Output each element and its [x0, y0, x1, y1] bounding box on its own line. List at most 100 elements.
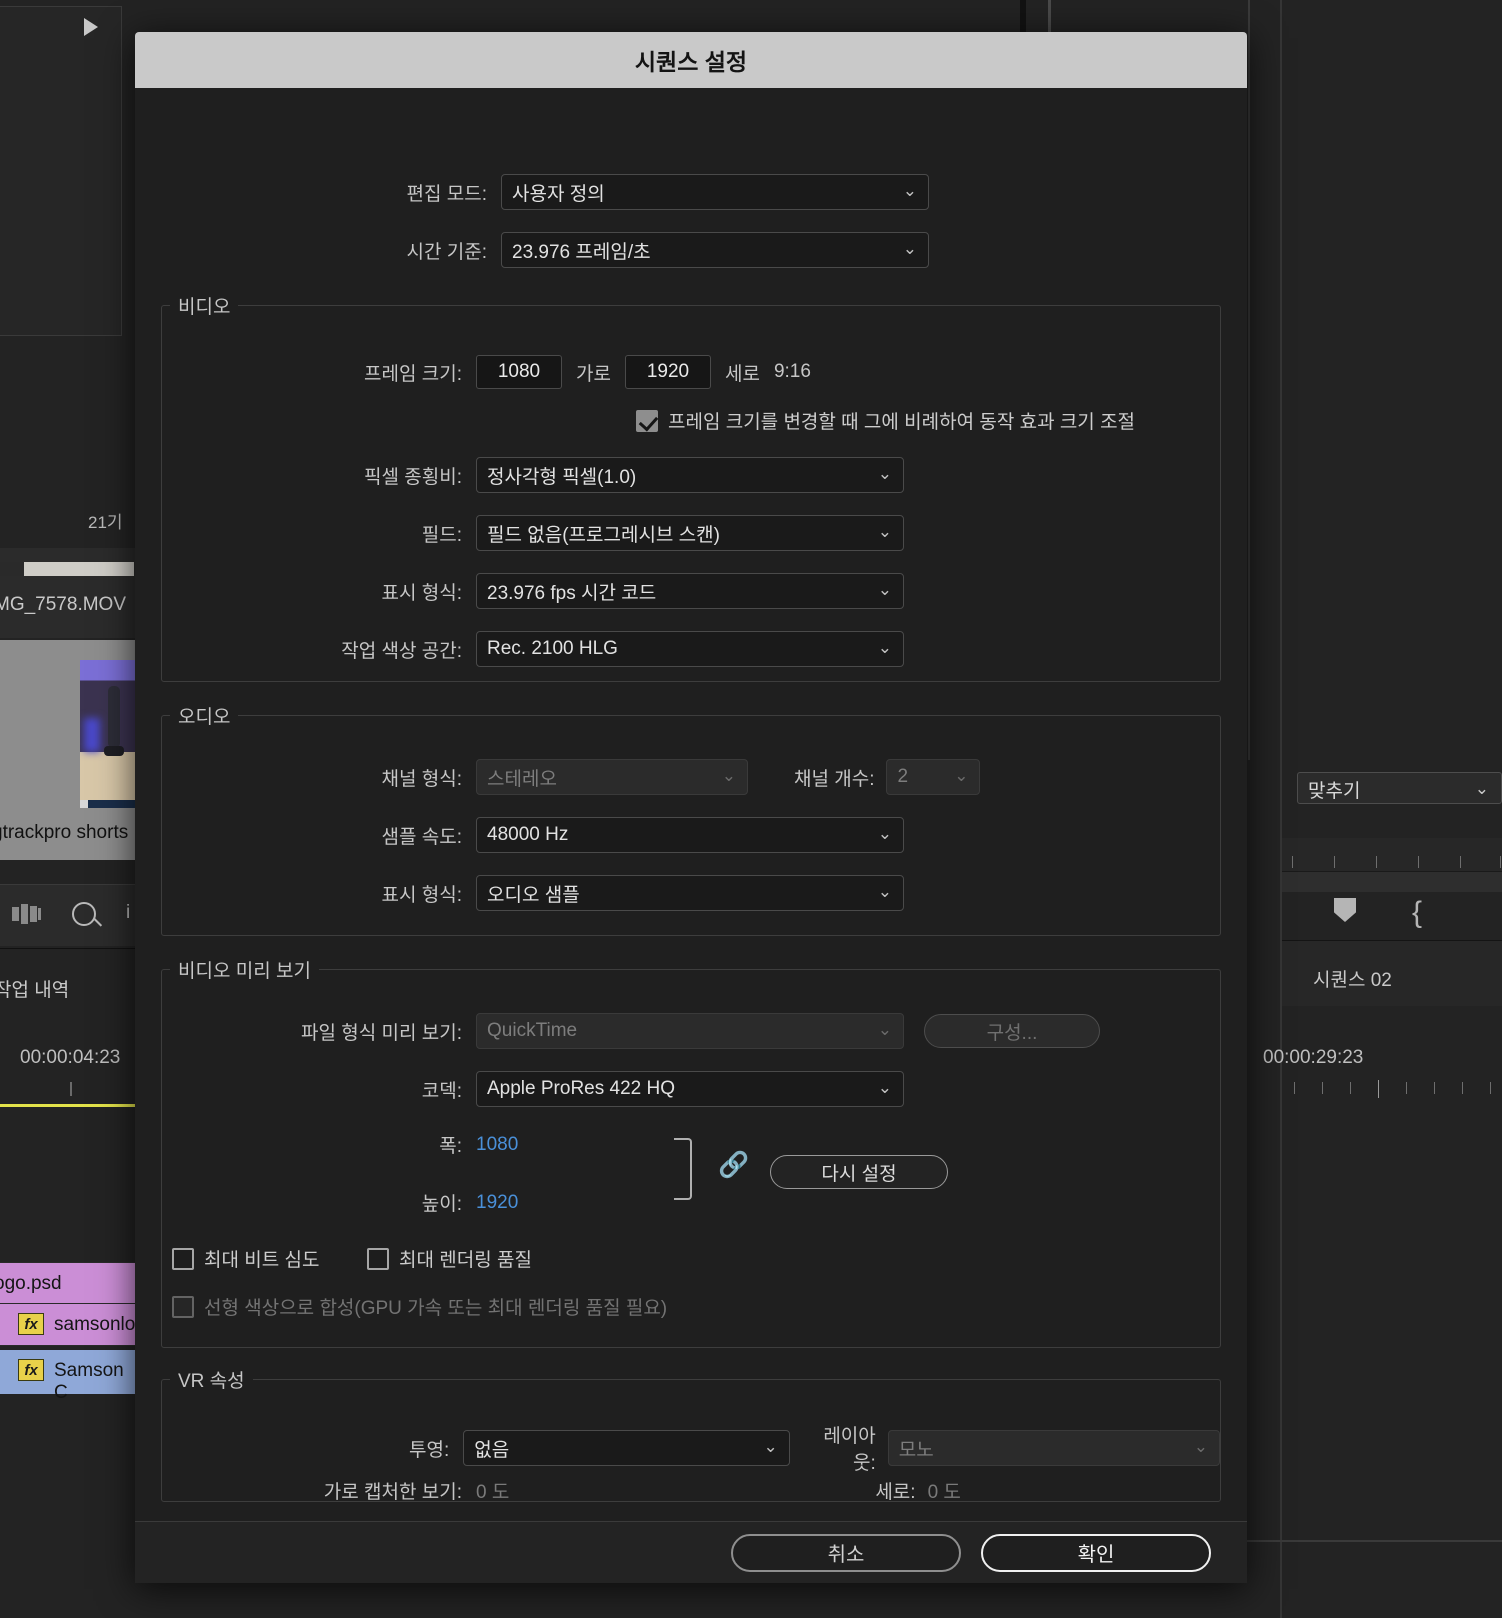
color-space-label: 작업 색상 공간:: [341, 640, 462, 662]
frame-width-input[interactable]: 1080: [476, 355, 562, 389]
sample-rate-value: 48000 Hz: [487, 824, 569, 845]
codec-select[interactable]: Apple ProRes 422 HQ ⌄: [476, 1071, 904, 1107]
file-format-row: 파일 형식 미리 보기: QuickTime ⌄ 구성...: [162, 1013, 1220, 1049]
sequence-tab[interactable]: 시퀀스 02: [1282, 940, 1502, 1006]
list-view-icon[interactable]: [12, 904, 46, 924]
timecode-right: 00:00:29:23: [1263, 1047, 1364, 1068]
frame-height-input[interactable]: 1920: [624, 355, 711, 389]
preview-width-value[interactable]: 1080: [476, 1134, 518, 1156]
color-space-select[interactable]: Rec. 2100 HLG ⌄: [476, 631, 904, 667]
codec-value: Apple ProRes 422 HQ: [487, 1078, 675, 1099]
thumb-progress-fill: [80, 800, 88, 808]
max-render-quality-checkbox[interactable]: [367, 1247, 389, 1270]
max-bit-depth-checkbox[interactable]: [172, 1247, 194, 1270]
max-render-quality-label: 최대 렌더링 품질: [399, 1250, 532, 1271]
play-icon[interactable]: [84, 18, 98, 36]
sample-rate-label: 샘플 속도:: [381, 826, 462, 848]
chevron-down-icon: ⌄: [877, 1078, 892, 1097]
channel-count-label: 채널 개수:: [794, 768, 875, 790]
cancel-button[interactable]: 취소: [731, 1533, 961, 1572]
channel-count-value: 2: [897, 766, 909, 787]
layout-value: 모노: [898, 1439, 934, 1461]
ok-button[interactable]: 확인: [981, 1533, 1211, 1572]
video-display-format-value: 23.976 fps 시간 코드: [487, 582, 657, 604]
codec-label: 코덱:: [421, 1080, 462, 1102]
right-panel: [1246, 0, 1502, 1618]
right-divider-2: [1280, 0, 1282, 1618]
video-display-format-row: 표시 형식: 23.976 fps 시간 코드 ⌄: [162, 573, 1220, 609]
app-root: 21기 MG_7578.MOV gtrackpro shorts i 작업 내역…: [0, 0, 1502, 1618]
chevron-down-icon: ⌄: [877, 1020, 892, 1039]
link-bracket-icon: [674, 1138, 692, 1200]
timebase-select[interactable]: 23.976 프레임/초 ⌄: [501, 232, 929, 268]
audio-display-format-select[interactable]: 오디오 샘플 ⌄: [476, 875, 904, 911]
scale-motion-row: 프레임 크기를 변경할 때 그에 비례하여 동작 효과 크기 조절: [636, 407, 1135, 434]
timeline-clip-samson-c[interactable]: fx Samson C: [0, 1350, 135, 1403]
projection-select[interactable]: 없음 ⌄: [463, 1430, 790, 1466]
program-ruler[interactable]: [1282, 838, 1502, 872]
timeline-ruler[interactable]: [1282, 1080, 1502, 1098]
channel-format-row: 채널 형식: 스테레오 ⌄ 채널 개수: 2 ⌄: [162, 759, 1220, 795]
projection-value: 없음: [474, 1439, 510, 1461]
edit-mode-row: 편집 모드: 사용자 정의 ⌄: [161, 174, 1221, 210]
info-icon[interactable]: i: [126, 902, 130, 924]
layout-select: 모노 ⌄: [887, 1430, 1221, 1466]
fx-badge-icon: fx: [18, 1359, 44, 1381]
timecode-left: 00:00:04:23: [20, 1047, 121, 1068]
scrollbar-thumb[interactable]: [24, 562, 134, 576]
sequence-tab-label: 시퀀스 02: [1313, 970, 1392, 991]
sample-rate-select[interactable]: 48000 Hz ⌄: [476, 817, 904, 853]
chevron-down-icon: ⌄: [1474, 779, 1489, 798]
projection-row: 투영: 없음 ⌄ 레이아웃: 모노 ⌄: [162, 1421, 1221, 1475]
fields-value: 필드 없음(프로그레시브 스캔): [487, 524, 720, 546]
chevron-down-icon: ⌄: [954, 766, 969, 785]
brace-icon[interactable]: {: [1412, 896, 1422, 930]
video-group-legend: 비디오: [178, 297, 231, 318]
chevron-down-icon: ⌄: [902, 181, 917, 200]
marker-icon[interactable]: [1334, 898, 1356, 922]
history-panel-title: 작업 내역: [0, 980, 70, 1001]
timeline-clip-psd[interactable]: ogo.psd: [0, 1262, 135, 1304]
zoom-level-dropdown[interactable]: 맞추기 ⌄: [1297, 772, 1502, 804]
linear-color-checkbox: [172, 1295, 194, 1318]
codec-row: 코덱: Apple ProRes 422 HQ ⌄: [162, 1071, 1220, 1107]
edit-mode-select[interactable]: 사용자 정의 ⌄: [501, 174, 929, 210]
chevron-down-icon: ⌄: [877, 580, 892, 599]
reset-button[interactable]: 다시 설정: [770, 1155, 948, 1189]
frame-size-row: 프레임 크기: 1080 가로 1920 세로 9:16: [162, 355, 1220, 389]
preview-height-row: 높이: 1920: [162, 1189, 519, 1216]
project-clip-label: gtrackpro shorts: [0, 822, 129, 843]
timeline-clip-samson-logo[interactable]: fx samsonlo: [0, 1304, 135, 1346]
audio-display-format-label: 표시 형식:: [381, 884, 462, 906]
fields-label: 필드:: [421, 524, 462, 546]
scrollbar-track: [0, 562, 24, 576]
microphone-base: [104, 746, 124, 756]
link-chain-icon[interactable]: 🔗: [718, 1151, 749, 1180]
sequence-settings-dialog: 시퀀스 설정 편집 모드: 사용자 정의 ⌄ 시간 기준: 23.976 프레임…: [135, 32, 1247, 1583]
edit-mode-label: 편집 모드:: [406, 183, 487, 205]
max-bit-depth-row: 최대 비트 심도: [172, 1245, 319, 1272]
horizontal-capture-label: 가로 캡처한 보기:: [323, 1482, 462, 1503]
video-display-format-label: 표시 형식:: [381, 582, 462, 604]
max-render-quality-row: 최대 렌더링 품질: [367, 1245, 532, 1272]
chevron-down-icon: ⌄: [877, 638, 892, 657]
max-bit-depth-label: 최대 비트 심도: [204, 1250, 320, 1271]
fields-select[interactable]: 필드 없음(프로그레시브 스캔) ⌄: [476, 515, 904, 551]
video-display-format-select[interactable]: 23.976 fps 시간 코드 ⌄: [476, 573, 904, 609]
preview-height-value[interactable]: 1920: [476, 1192, 518, 1214]
pixel-aspect-row: 픽셀 종횡비: 정사각형 픽셀(1.0) ⌄: [162, 457, 1220, 493]
vr-group: VR 속성 투영: 없음 ⌄ 레이아웃: 모노 ⌄ 가로 캡처한 보기: 0 도…: [161, 1366, 1221, 1503]
chevron-down-icon: ⌄: [877, 522, 892, 541]
chevron-down-icon: ⌄: [1193, 1437, 1209, 1456]
preview-width-label: 폭:: [439, 1136, 462, 1157]
clip-thumbnail[interactable]: [80, 660, 135, 808]
video-preview-group: 비디오 미리 보기 파일 형식 미리 보기: QuickTime ⌄ 구성...…: [161, 956, 1221, 1348]
scale-motion-checkbox[interactable]: [636, 409, 658, 432]
bottom-divider: [1246, 1540, 1502, 1542]
search-icon[interactable]: [72, 902, 96, 926]
projection-label: 투영:: [409, 1439, 450, 1461]
channel-format-label: 채널 형식:: [381, 768, 462, 790]
frame-width-unit: 가로: [576, 363, 611, 385]
vertical-capture-label: 세로:: [875, 1482, 916, 1503]
pixel-aspect-select[interactable]: 정사각형 픽셀(1.0) ⌄: [476, 457, 904, 493]
